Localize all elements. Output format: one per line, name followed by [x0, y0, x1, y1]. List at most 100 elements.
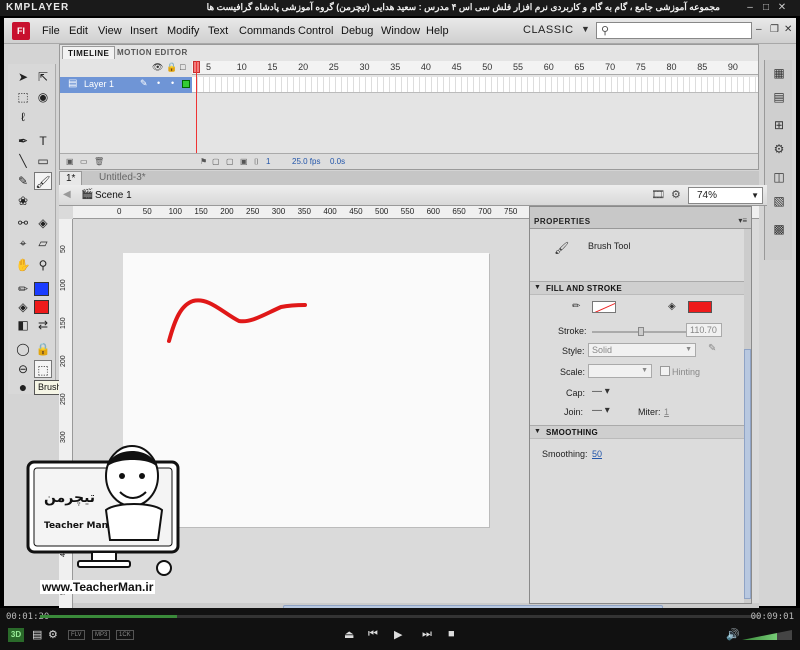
back-arrow-icon[interactable]: ◀ [63, 189, 71, 200]
transform-panel-icon[interactable]: ◫ [771, 170, 787, 186]
menu-debug[interactable]: Debug [341, 25, 373, 37]
menu-file[interactable]: File [42, 25, 60, 37]
menu-text[interactable]: Text [208, 25, 228, 37]
subselection-tool-icon[interactable]: ⇱ [34, 68, 52, 86]
zoom-tool-icon[interactable]: ⚲ [34, 256, 52, 274]
eject-button[interactable]: ⏏ [344, 628, 354, 641]
stroke-color-swatch[interactable] [592, 301, 616, 313]
stop-button[interactable]: ■ [448, 628, 455, 640]
onion-outline-icon[interactable]: ▢ [226, 157, 234, 166]
close-icon[interactable]: ✕ [776, 2, 788, 14]
selection-tool-icon[interactable]: ➤ [14, 68, 32, 86]
stroke-color-swatch[interactable] [34, 282, 49, 296]
visible-dot-icon[interactable]: • [157, 78, 160, 88]
align-panel-icon[interactable]: ⊞ [771, 118, 787, 134]
minimize-icon[interactable]: – [744, 2, 756, 14]
help-search-input[interactable]: ⚲ [596, 22, 752, 39]
eraser-tool-icon[interactable]: ▱ [34, 234, 52, 252]
color-panel-icon[interactable]: ▦ [771, 66, 787, 82]
frame-ruler[interactable]: 5 10 15 20 25 30 35 40 45 50 55 60 65 70 75 80 85 90 [192, 61, 758, 75]
stroke-slider-thumb[interactable] [638, 327, 644, 336]
pen-tool-icon[interactable]: ✒ [14, 132, 32, 150]
onion-markers-icon[interactable]: ⌷ [254, 157, 259, 167]
app-restore-icon[interactable]: ❐ [770, 24, 779, 35]
doc-tab-active[interactable]: 1* [59, 171, 83, 185]
maximize-icon[interactable]: □ [760, 2, 772, 14]
menu-edit[interactable]: Edit [69, 25, 88, 37]
lock-icon[interactable]: 🔒 [166, 62, 177, 73]
rectangle-tool-icon[interactable]: ▭ [34, 152, 52, 170]
swatches-panel-icon[interactable]: ▤ [771, 90, 787, 106]
doc-tab-untitled[interactable]: Untitled-3* [93, 171, 152, 185]
info-panel-icon[interactable]: ⚙ [771, 142, 787, 158]
volume-slider[interactable] [742, 630, 792, 640]
stroke-input[interactable]: 110.70 [686, 323, 722, 337]
hand-tool-icon[interactable]: ✋ [14, 256, 32, 274]
layer-frames[interactable] [192, 77, 758, 93]
chevron-down-icon[interactable]: ▼ [581, 24, 590, 34]
edit-symbols-icon[interactable]: ⚙ [671, 188, 681, 201]
scroll-thumb[interactable] [744, 349, 751, 599]
play-button[interactable]: ▶ [394, 628, 402, 641]
deco-tool-icon[interactable]: ❀ [14, 192, 32, 210]
fill-color-swatch[interactable] [34, 300, 49, 314]
join-select[interactable]: — ▾ [592, 405, 610, 416]
frame-rate[interactable]: 25.0 fps [292, 157, 320, 166]
prev-button[interactable]: ⏮ [368, 628, 378, 641]
text-tool-icon[interactable]: T [34, 132, 52, 150]
brush-mode-icon[interactable]: ⊖ [14, 360, 32, 378]
properties-scrollbar[interactable] [744, 229, 751, 603]
settings-icon[interactable]: ⚙ [48, 628, 58, 641]
app-close-icon[interactable]: ✕ [784, 24, 792, 35]
menu-help[interactable]: Help [426, 25, 449, 37]
eye-icon[interactable]: 👁 [152, 62, 163, 73]
edit-multiple-icon[interactable]: ▣ [240, 157, 248, 166]
workspace-switcher[interactable]: CLASSIC [523, 24, 574, 36]
layer-outline-color[interactable] [182, 80, 190, 88]
object-drawing-icon[interactable]: ◯ [14, 340, 32, 358]
edit-stroke-style-icon[interactable]: ✎ [708, 343, 716, 354]
bone-tool-icon[interactable]: ⚯ [14, 214, 32, 232]
miter-value[interactable]: 1 [664, 407, 669, 417]
zoom-select[interactable]: 74% ▼ [688, 187, 763, 204]
menu-insert[interactable]: Insert [130, 25, 158, 37]
lasso-tool-icon[interactable]: ℓ [14, 108, 32, 126]
tab-motion-editor[interactable]: MOTION EDITOR [112, 46, 193, 59]
seek-bar[interactable] [40, 615, 760, 618]
black-white-icon[interactable]: ◧ [14, 316, 32, 334]
volume-icon[interactable]: 🔊 [726, 628, 740, 641]
lock-dot-icon[interactable]: • [171, 78, 174, 88]
layer-row[interactable]: ▤ Layer 1 ✎ • • [60, 77, 192, 93]
brush-tool-icon[interactable]: 🖌 [34, 172, 52, 190]
onion-skin-icon[interactable]: ▢ [212, 157, 220, 166]
next-button[interactable]: ⏭ [422, 628, 432, 641]
swap-colors-icon[interactable]: ⇄ [34, 316, 52, 334]
outline-icon[interactable]: □ [180, 62, 185, 72]
scene-label[interactable]: Scene 1 [95, 190, 132, 201]
smoothing-value[interactable]: 50 [592, 449, 602, 459]
panel-menu-icon[interactable]: ▾≡ [738, 216, 747, 225]
playlist-icon[interactable]: ▤ [32, 628, 42, 641]
lock-fill-icon[interactable]: 🔒 [34, 340, 52, 358]
paint-bucket-tool-icon[interactable]: ◈ [34, 214, 52, 232]
library-panel-icon[interactable]: ▧ [771, 194, 787, 210]
brush-size-icon[interactable]: ⬚ [34, 360, 52, 378]
menu-commands[interactable]: Commands [239, 25, 295, 37]
new-layer-icon[interactable]: ▣ [66, 157, 74, 166]
free-transform-tool-icon[interactable]: ⬚ [14, 88, 32, 106]
properties-title[interactable]: PROPERTIES [534, 217, 591, 226]
pencil-tool-icon[interactable]: ✎ [14, 172, 32, 190]
line-tool-icon[interactable]: ╲ [14, 152, 32, 170]
menu-window[interactable]: Window [381, 25, 420, 37]
menu-modify[interactable]: Modify [167, 25, 199, 37]
smoothing-section[interactable]: ▼ SMOOTHING [530, 425, 744, 439]
fill-stroke-section[interactable]: ▼ FILL AND STROKE [530, 281, 744, 295]
3d-rotation-tool-icon[interactable]: ◉ [34, 88, 52, 106]
hinting-checkbox[interactable] [660, 366, 670, 376]
delete-layer-icon[interactable]: 🗑 [94, 157, 104, 166]
menu-view[interactable]: View [98, 25, 122, 37]
center-frame-icon[interactable]: ⚑ [200, 157, 207, 166]
menu-control[interactable]: Control [298, 25, 333, 37]
3d-mode-icon[interactable]: 3D [8, 628, 24, 642]
cap-select[interactable]: — ▾ [592, 386, 610, 397]
